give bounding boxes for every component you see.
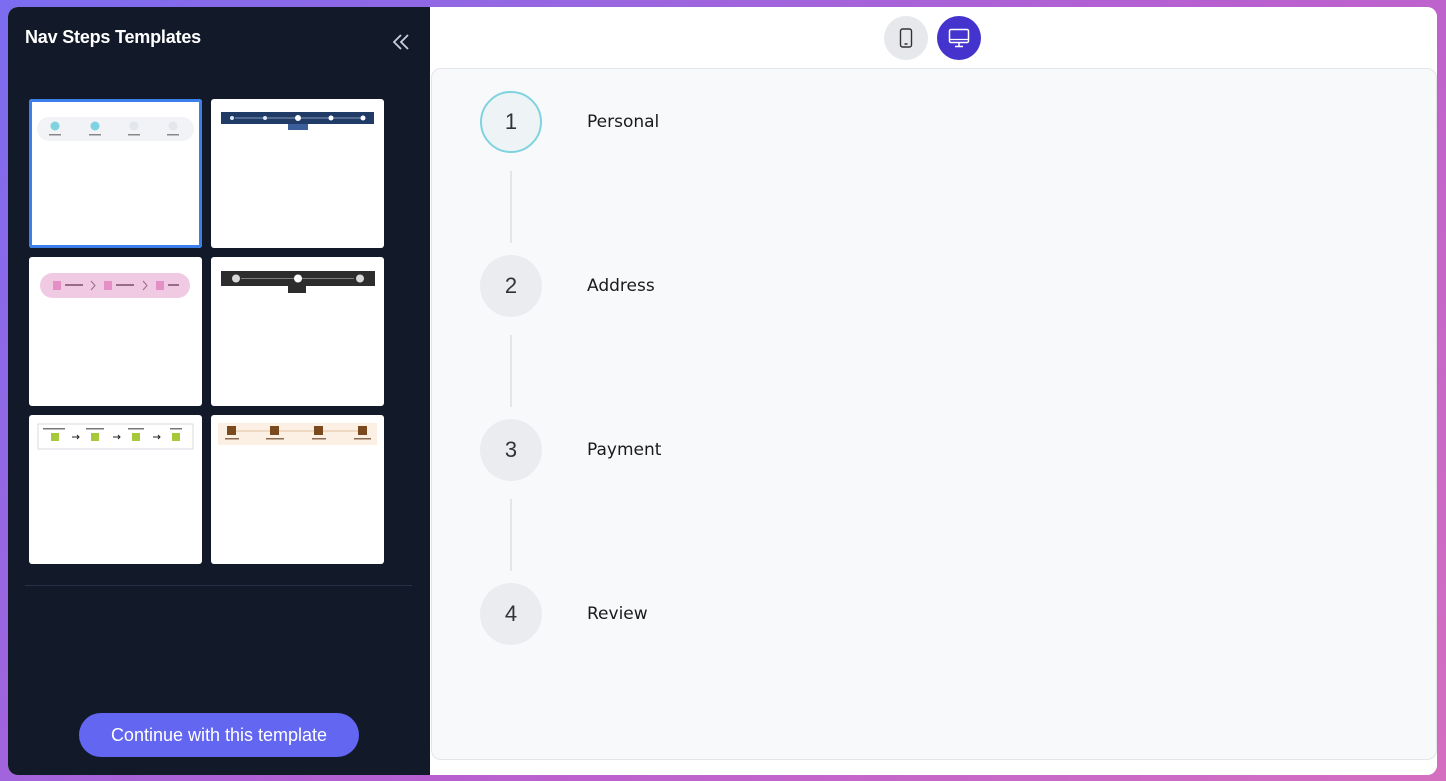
- step-connector: [510, 499, 512, 571]
- template-sidebar: Nav Steps Templates Continue with this t…: [8, 7, 430, 775]
- step-connector: [510, 335, 512, 407]
- step-connector: [510, 171, 512, 243]
- step-2[interactable]: 2 Address: [480, 255, 655, 317]
- sidebar-title: Nav Steps Templates: [25, 27, 201, 47]
- step-circle[interactable]: 2: [480, 255, 542, 317]
- template-card-3[interactable]: [29, 257, 202, 406]
- desktop-monitor-icon: [948, 28, 970, 48]
- template-2-thumbnail: [221, 112, 374, 130]
- template-grid: [29, 99, 384, 564]
- template-card-5[interactable]: [29, 415, 202, 564]
- double-chevron-left-icon: [392, 34, 409, 50]
- template-card-2[interactable]: [211, 99, 384, 248]
- sidebar-divider: [25, 585, 412, 586]
- nav-steps-preview: 1 Personal 2 Address 3 Payment 4 Review: [431, 68, 1437, 760]
- mobile-view-button[interactable]: [884, 16, 928, 60]
- template-1-thumbnail: [37, 117, 194, 141]
- step-4[interactable]: 4 Review: [480, 583, 648, 645]
- template-card-4[interactable]: [211, 257, 384, 406]
- step-label: Personal: [587, 112, 660, 132]
- desktop-view-button[interactable]: [937, 16, 981, 60]
- app-window: Nav Steps Templates Continue with this t…: [8, 7, 1437, 775]
- step-circle[interactable]: 3: [480, 419, 542, 481]
- preview-panel: 1 Personal 2 Address 3 Payment 4 Review: [430, 7, 1437, 775]
- template-card-6[interactable]: [211, 415, 384, 564]
- device-toggle: [884, 16, 981, 60]
- step-label: Address: [587, 276, 655, 296]
- step-label: Review: [587, 604, 648, 624]
- template-4-thumbnail: [221, 271, 375, 293]
- template-5-thumbnail: [37, 423, 194, 450]
- step-label: Payment: [587, 440, 662, 460]
- continue-with-template-button[interactable]: Continue with this template: [79, 713, 359, 757]
- step-3[interactable]: 3 Payment: [480, 419, 661, 481]
- template-6-thumbnail: [218, 423, 377, 445]
- step-circle[interactable]: 1: [480, 91, 542, 153]
- collapse-sidebar-button[interactable]: [388, 29, 414, 55]
- step-circle[interactable]: 4: [480, 583, 542, 645]
- template-card-1[interactable]: [29, 99, 202, 248]
- mobile-phone-icon: [899, 28, 913, 48]
- template-3-thumbnail: [40, 273, 190, 298]
- step-1[interactable]: 1 Personal: [480, 91, 659, 153]
